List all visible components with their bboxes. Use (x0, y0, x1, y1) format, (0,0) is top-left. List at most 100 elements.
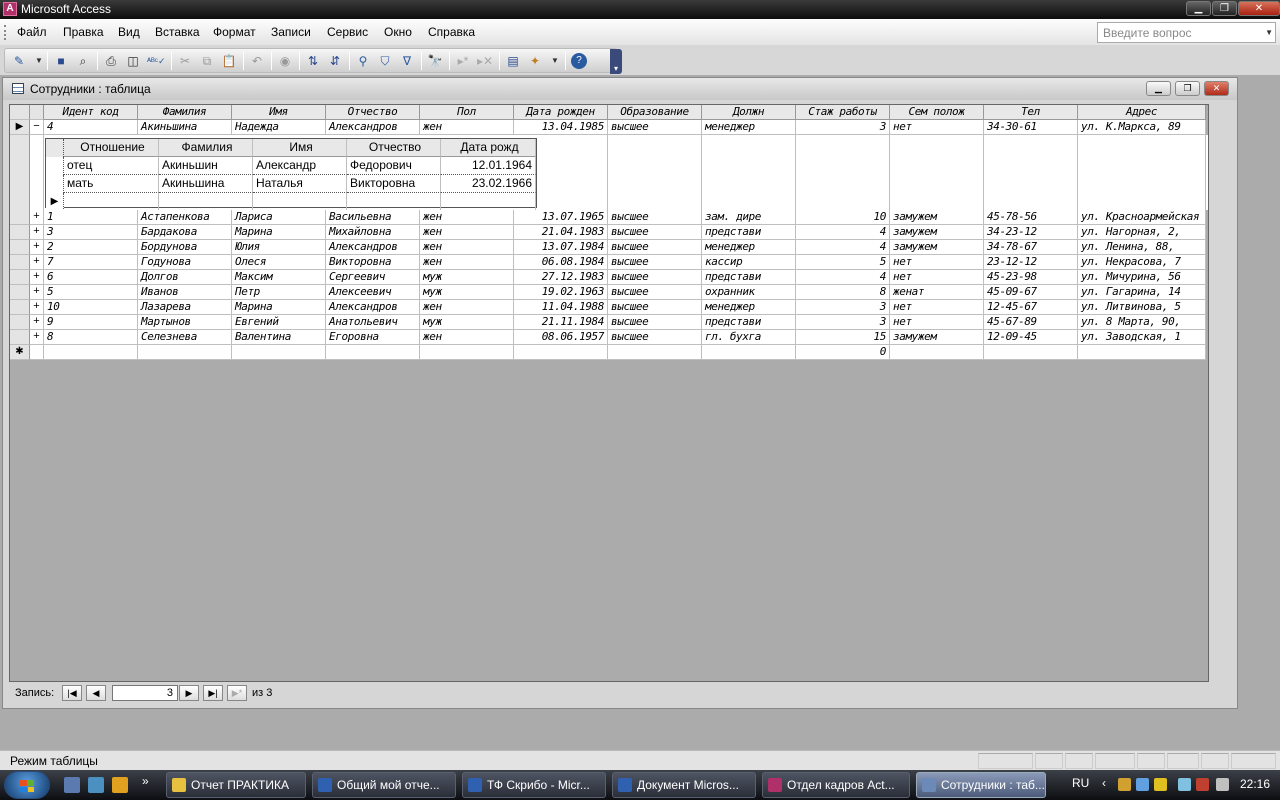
subtable-cell[interactable]: 12.01.1964 (441, 157, 536, 175)
print-preview-icon[interactable]: ◫ (125, 53, 141, 69)
table-cell[interactable] (232, 345, 326, 360)
table-cell[interactable]: Марина (232, 225, 326, 240)
table-cell[interactable]: представи (702, 315, 796, 330)
media-player-icon[interactable] (112, 777, 128, 793)
new-record-button[interactable]: ▶* (227, 685, 247, 701)
table-cell[interactable]: Петр (232, 285, 326, 300)
table-cell[interactable]: 3 (796, 300, 890, 315)
table-cell[interactable]: менеджер (702, 120, 796, 135)
table-cell[interactable]: 45-67-89 (984, 315, 1078, 330)
table-row[interactable]: +1 Астапенкова Лариса Васильевна жен 13.07.19… (10, 210, 1206, 225)
record-selector[interactable] (10, 225, 30, 240)
record-selector[interactable] (46, 157, 64, 175)
table-cell[interactable]: высшее (608, 270, 702, 285)
expand-toggle[interactable]: + (30, 300, 44, 315)
table-row[interactable]: +9 Мартынов Евгений Анатольевич муж 21.11.198… (10, 315, 1206, 330)
table-cell[interactable]: ул. Ленина, 88, (1078, 240, 1206, 255)
table-cell[interactable]: 21.11.1984 (514, 315, 608, 330)
table-cell[interactable]: 0 (796, 345, 890, 360)
table-cell[interactable]: замужем (890, 210, 984, 225)
expand-toggle[interactable]: + (30, 285, 44, 300)
record-selector[interactable] (10, 240, 30, 255)
column-header[interactable]: Отчество (326, 105, 420, 120)
column-header[interactable]: Сем полож (890, 105, 984, 120)
sort-descending-icon[interactable]: ⇵ (327, 53, 343, 69)
table-cell[interactable]: Викторовна (326, 255, 420, 270)
table-cell[interactable]: Марина (232, 300, 326, 315)
taskbar-button[interactable]: ТФ Скрибо - Micr... (462, 772, 606, 798)
table-cell[interactable]: 4 (796, 240, 890, 255)
subtable-cell[interactable] (347, 193, 441, 211)
table-cell[interactable]: представи (702, 270, 796, 285)
current-record-input[interactable]: 3 (112, 685, 178, 701)
view-icon[interactable]: ✎ (11, 53, 27, 69)
record-selector[interactable] (10, 330, 30, 345)
tray-expand-icon[interactable]: ‹ (1102, 776, 1106, 790)
table-cell[interactable]: 12-09-45 (984, 330, 1078, 345)
subtable-cell[interactable] (441, 193, 536, 211)
table-cell[interactable]: высшее (608, 225, 702, 240)
sort-ascending-icon[interactable]: ⇅ (305, 53, 321, 69)
record-selector[interactable] (10, 255, 30, 270)
table-cell[interactable]: гл. бухга (702, 330, 796, 345)
subtable-cell[interactable]: отец (64, 157, 159, 175)
column-header[interactable]: Должн (702, 105, 796, 120)
subtable-cell[interactable]: Александр (253, 157, 347, 175)
table-cell[interactable]: менеджер (702, 240, 796, 255)
table-cell[interactable]: ул. Некрасова, 7 (1078, 255, 1206, 270)
table-cell[interactable]: жен (420, 210, 514, 225)
record-selector[interactable] (10, 300, 30, 315)
last-record-button[interactable]: ▶| (203, 685, 223, 701)
table-cell[interactable]: нет (890, 270, 984, 285)
record-selector[interactable]: ✱ (10, 345, 30, 360)
table-cell[interactable]: 34-78-67 (984, 240, 1078, 255)
table-cell[interactable]: ул. Гагарина, 14 (1078, 285, 1206, 300)
table-cell[interactable]: 4 (44, 120, 138, 135)
table-cell[interactable]: ул. Литвинова, 5 (1078, 300, 1206, 315)
table-cell[interactable]: 4 (796, 270, 890, 285)
restore-button[interactable]: ❐ (1212, 1, 1237, 16)
subtable-column-header[interactable]: Фамилия (159, 139, 253, 157)
subtable-column-header[interactable]: Имя (253, 139, 347, 157)
table-cell[interactable]: ул. Красноармейская (1078, 210, 1206, 225)
subtable-cell[interactable]: мать (64, 175, 159, 193)
taskbar-button[interactable]: Сотрудники : таб... (916, 772, 1046, 798)
table-cell[interactable]: Акиньшина (138, 120, 232, 135)
table-cell[interactable]: высшее (608, 330, 702, 345)
search-file-icon[interactable]: ⌕ (75, 53, 91, 69)
table-cell[interactable] (702, 345, 796, 360)
subtable-header-row[interactable]: Отношение Фамилия Имя Отчество Дата рожд (46, 139, 536, 157)
menu-file[interactable]: Файл (17, 25, 47, 39)
table-cell[interactable] (420, 345, 514, 360)
table-cell[interactable]: 21.04.1983 (514, 225, 608, 240)
table-row[interactable]: +2 Бордунова Юлия Александров жен 13.07.1984 в… (10, 240, 1206, 255)
table-cell[interactable]: 6 (44, 270, 138, 285)
volume-icon[interactable] (1216, 778, 1229, 791)
taskbar-button[interactable]: Отчет ПРАКТИКА (166, 772, 306, 798)
expand-toggle[interactable]: + (30, 330, 44, 345)
subtable-column-header[interactable]: Дата рожд (441, 139, 536, 157)
subtable-cell[interactable] (253, 193, 347, 211)
table-cell[interactable]: Годунова (138, 255, 232, 270)
new-record-row[interactable]: ✱ 0 (10, 345, 1206, 360)
undo-icon[interactable]: ↶ (249, 53, 265, 69)
close-button[interactable]: ✕ (1238, 1, 1280, 16)
table-cell[interactable]: 5 (796, 255, 890, 270)
record-selector[interactable] (46, 139, 64, 157)
record-selector[interactable] (10, 315, 30, 330)
paste-icon[interactable]: 📋 (221, 53, 237, 69)
table-cell[interactable]: Мартынов (138, 315, 232, 330)
table-row[interactable]: ▶ −4 Акиньшина Надежда Александров жен 13.04.1… (10, 120, 1206, 135)
table-cell[interactable] (326, 345, 420, 360)
table-cell[interactable]: ул. Мичурина, 56 (1078, 270, 1206, 285)
table-cell[interactable]: представи (702, 225, 796, 240)
menu-insert[interactable]: Вставка (155, 25, 200, 39)
table-cell[interactable]: менеджер (702, 300, 796, 315)
table-cell[interactable]: жен (420, 255, 514, 270)
language-indicator[interactable]: RU (1072, 776, 1089, 790)
table-cell[interactable]: жен (420, 240, 514, 255)
table-cell[interactable]: 23-12-12 (984, 255, 1078, 270)
expand-toggle[interactable]: − (30, 120, 44, 135)
expand-toggle[interactable] (30, 345, 44, 360)
table-cell[interactable]: 1 (44, 210, 138, 225)
